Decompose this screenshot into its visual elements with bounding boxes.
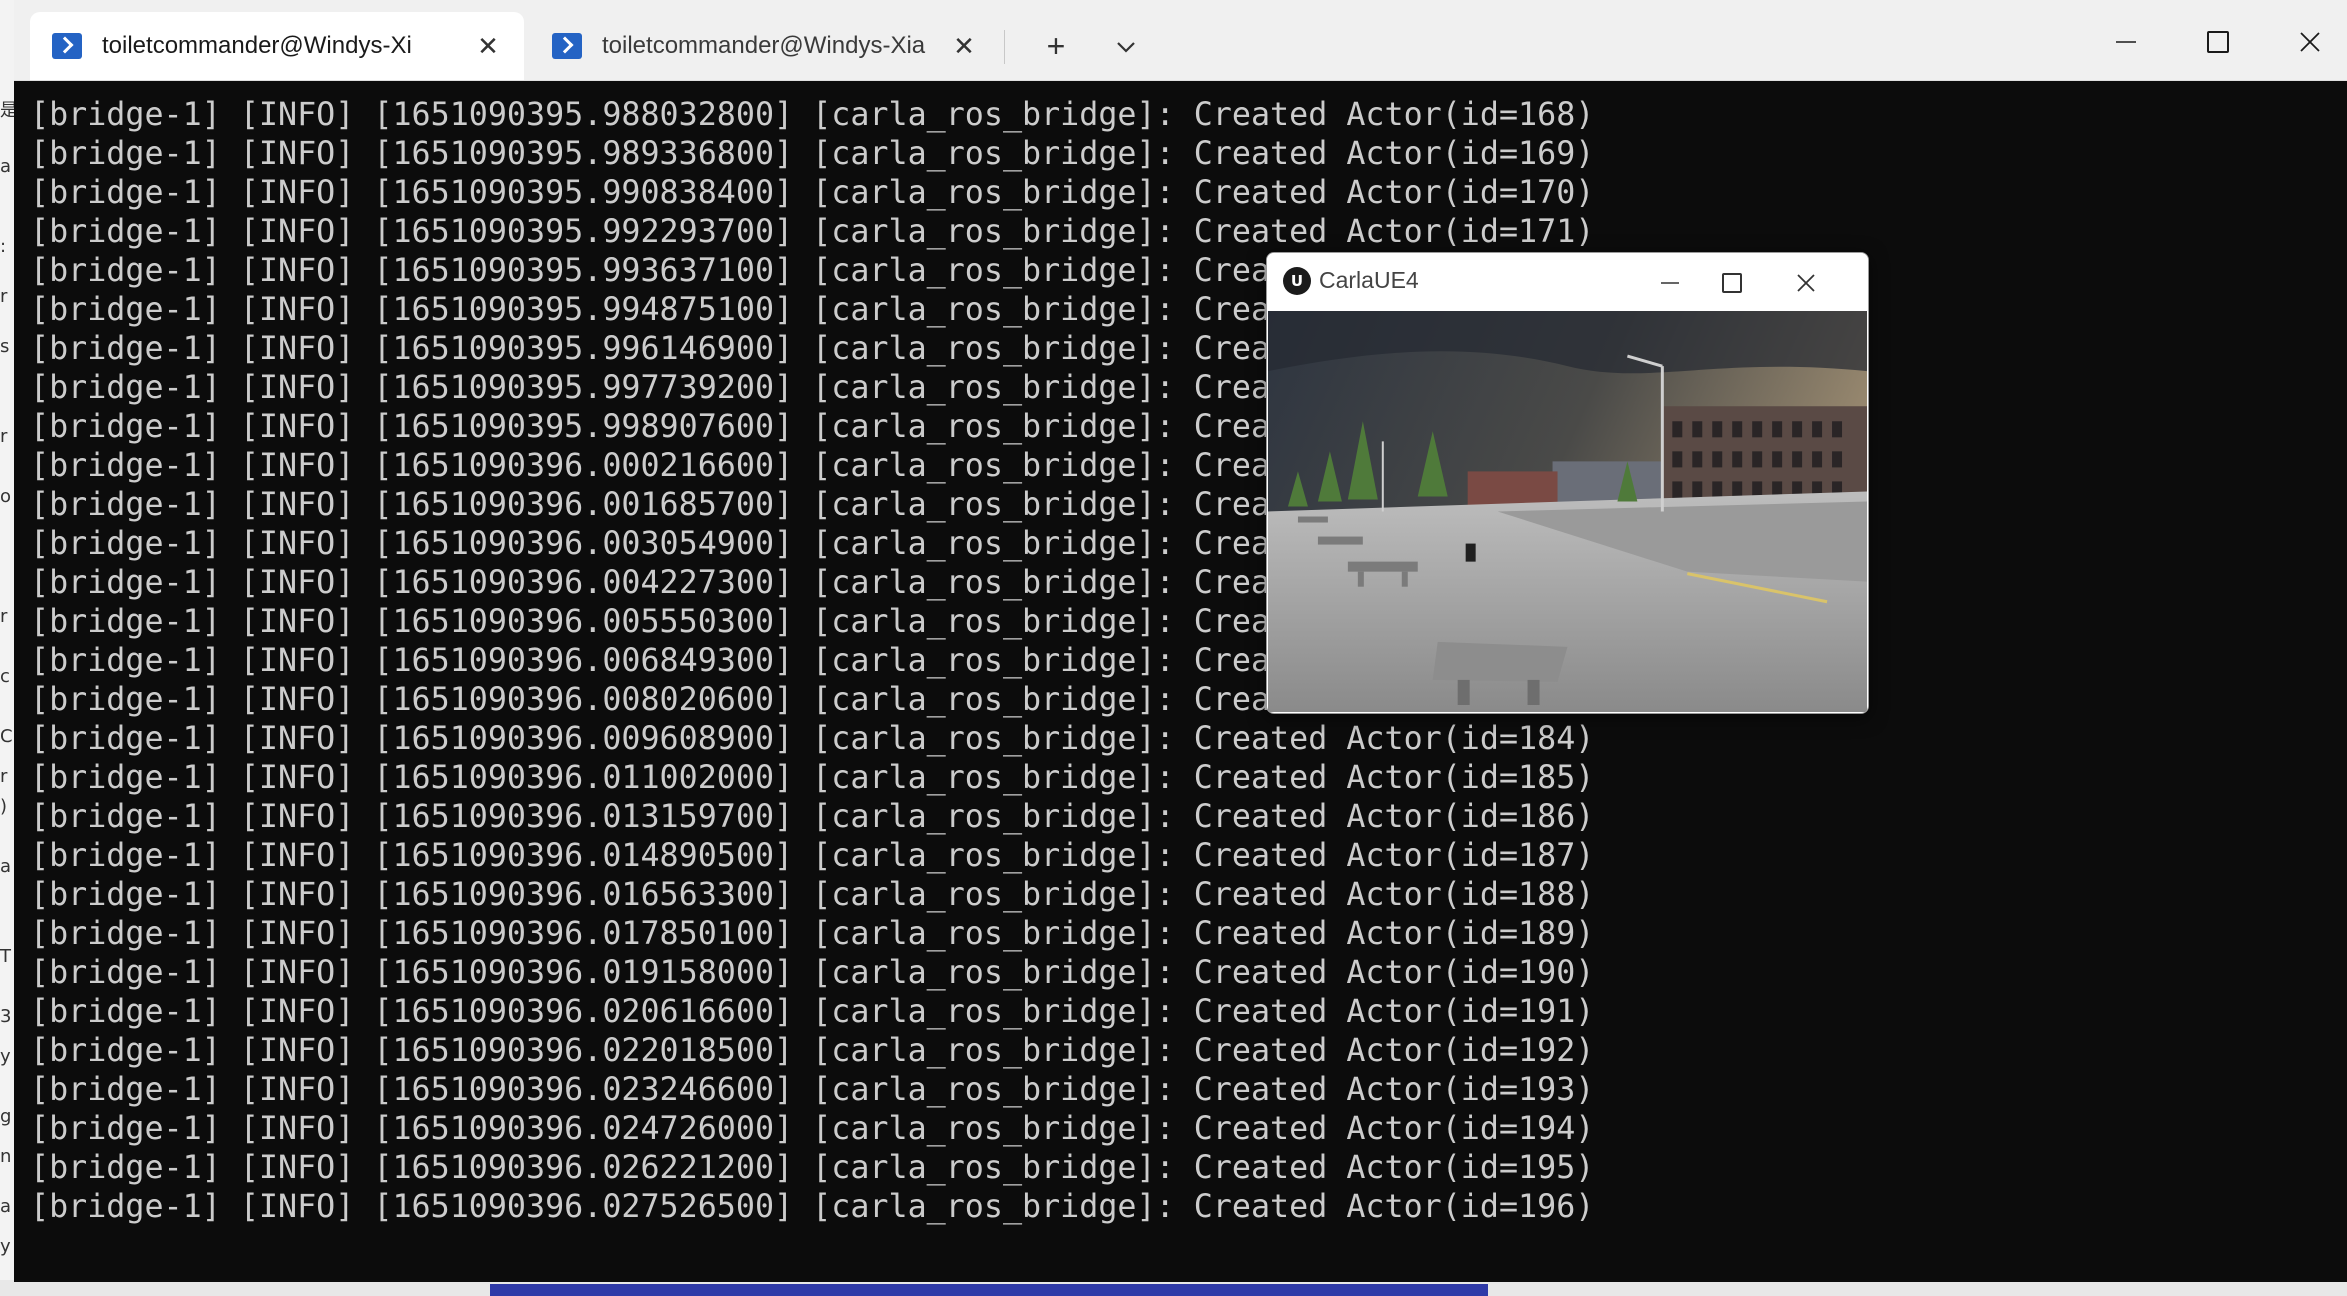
- terminal-line: [bridge-1] [INFO] [1651090395.988032800]…: [30, 97, 1595, 133]
- terminal-line: [bridge-1] [INFO] [1651090396.023246600]…: [30, 1072, 1595, 1108]
- close-icon: [1797, 274, 1815, 292]
- terminal-line: [bridge-1] [INFO] [1651090396.004227300]…: [30, 565, 1595, 601]
- terminal-line: [bridge-1] [INFO] [1651090396.011002000]…: [30, 760, 1595, 796]
- terminal-line: [bridge-1] [INFO] [1651090396.027526500]…: [30, 1189, 1595, 1225]
- tab-2-close-icon[interactable]: ✕: [950, 32, 978, 60]
- simulation-viewport[interactable]: [1268, 311, 1867, 712]
- minimize-button[interactable]: [2080, 0, 2172, 80]
- terminal-line: [bridge-1] [INFO] [1651090395.997739200]…: [30, 370, 1595, 406]
- bench-near: [1432, 641, 1568, 682]
- terminal-line: [bridge-1] [INFO] [1651090396.022018500]…: [30, 1033, 1595, 1069]
- background-progress-bar: [490, 1284, 1488, 1296]
- background-window-edge: 是 a : r s r o r c C r ) a T 3 y g n a y: [0, 0, 18, 1296]
- terminal-line: [bridge-1] [INFO] [1651090395.998907600]…: [30, 409, 1595, 445]
- terminal-output[interactable]: [bridge-1] [INFO] [1651090395.988032800]…: [30, 96, 2330, 1276]
- powershell-icon: [552, 33, 582, 59]
- terminal-line: [bridge-1] [INFO] [1651090396.006849300]…: [30, 643, 1595, 679]
- terminal-line: [bridge-1] [INFO] [1651090395.994875100]…: [30, 292, 1595, 328]
- maximize-icon: [1722, 272, 1742, 293]
- terminal-line: [bridge-1] [INFO] [1651090395.993637100]…: [30, 253, 1595, 289]
- terminal-line: [bridge-1] [INFO] [1651090395.990838400]…: [30, 175, 1595, 211]
- minimize-icon: [2116, 40, 2136, 43]
- terminal-line: [bridge-1] [INFO] [1651090396.016563300]…: [30, 877, 1595, 913]
- minimize-icon: [1661, 281, 1679, 284]
- background-window-bottom: [0, 1280, 2347, 1296]
- tab-1-close-icon[interactable]: ✕: [474, 32, 502, 60]
- carla-window-title: CarlaUE4: [1319, 267, 1419, 293]
- tab-2-title: toiletcommander@Windys-Xia: [602, 32, 926, 59]
- terminal-line: [bridge-1] [INFO] [1651090396.014890500]…: [30, 838, 1595, 874]
- terminal-line: [bridge-1] [INFO] [1651090396.001685700]…: [30, 487, 1595, 523]
- maximize-button[interactable]: [2172, 0, 2264, 80]
- unreal-engine-icon: U: [1283, 267, 1311, 295]
- terminal-line: [bridge-1] [INFO] [1651090395.996146900]…: [30, 331, 1595, 367]
- terminal-line: [bridge-1] [INFO] [1651090396.024726000]…: [30, 1111, 1595, 1147]
- carla-maximize-button[interactable]: [1701, 253, 1763, 311]
- terminal-line: [bridge-1] [INFO] [1651090396.013159700]…: [30, 799, 1595, 835]
- title-bar: toiletcommander@Windys-Xi ✕ toiletcomman…: [14, 0, 2347, 81]
- new-tab-button[interactable]: +: [1026, 22, 1086, 70]
- terminal-line: [bridge-1] [INFO] [1651090396.009608900]…: [30, 721, 1595, 757]
- tab-separator: [1004, 30, 1005, 64]
- maximize-icon: [2207, 30, 2229, 53]
- trash-bin: [1465, 543, 1476, 562]
- terminal-line: [bridge-1] [INFO] [1651090396.026221200]…: [30, 1150, 1595, 1186]
- terminal-line: [bridge-1] [INFO] [1651090396.000216600]…: [30, 448, 1595, 484]
- terminal-line: [bridge-1] [INFO] [1651090395.989336800]…: [30, 136, 1595, 172]
- close-icon: [2300, 31, 2320, 52]
- terminal-line: [bridge-1] [INFO] [1651090396.003054900]…: [30, 526, 1595, 562]
- terminal-line: [bridge-1] [INFO] [1651090396.020616600]…: [30, 994, 1595, 1030]
- terminal-line: [bridge-1] [INFO] [1651090395.992293700]…: [30, 214, 1595, 250]
- carla-title-bar[interactable]: U CarlaUE4: [1267, 253, 1868, 311]
- tab-dropdown-button[interactable]: [1096, 22, 1156, 70]
- carla-minimize-button[interactable]: [1639, 253, 1701, 311]
- close-button[interactable]: [2264, 0, 2347, 80]
- tab-2[interactable]: toiletcommander@Windys-Xia ✕: [530, 12, 1000, 80]
- tab-1[interactable]: toiletcommander@Windys-Xi ✕: [30, 12, 524, 80]
- terminal-line: [bridge-1] [INFO] [1651090396.019158000]…: [30, 955, 1595, 991]
- chevron-down-icon: [1117, 42, 1135, 53]
- carla-close-button[interactable]: [1775, 253, 1837, 311]
- terminal-window: toiletcommander@Windys-Xi ✕ toiletcomman…: [14, 0, 2347, 1282]
- terminal-line: [bridge-1] [INFO] [1651090396.017850100]…: [30, 916, 1595, 952]
- carla-ue4-window[interactable]: U CarlaUE4: [1266, 252, 1869, 714]
- tab-1-title: toiletcommander@Windys-Xi: [102, 32, 412, 59]
- terminal-line: [bridge-1] [INFO] [1651090396.005550300]…: [30, 604, 1595, 640]
- powershell-icon: [52, 33, 82, 59]
- terminal-line: [bridge-1] [INFO] [1651090396.008020600]…: [30, 682, 1595, 718]
